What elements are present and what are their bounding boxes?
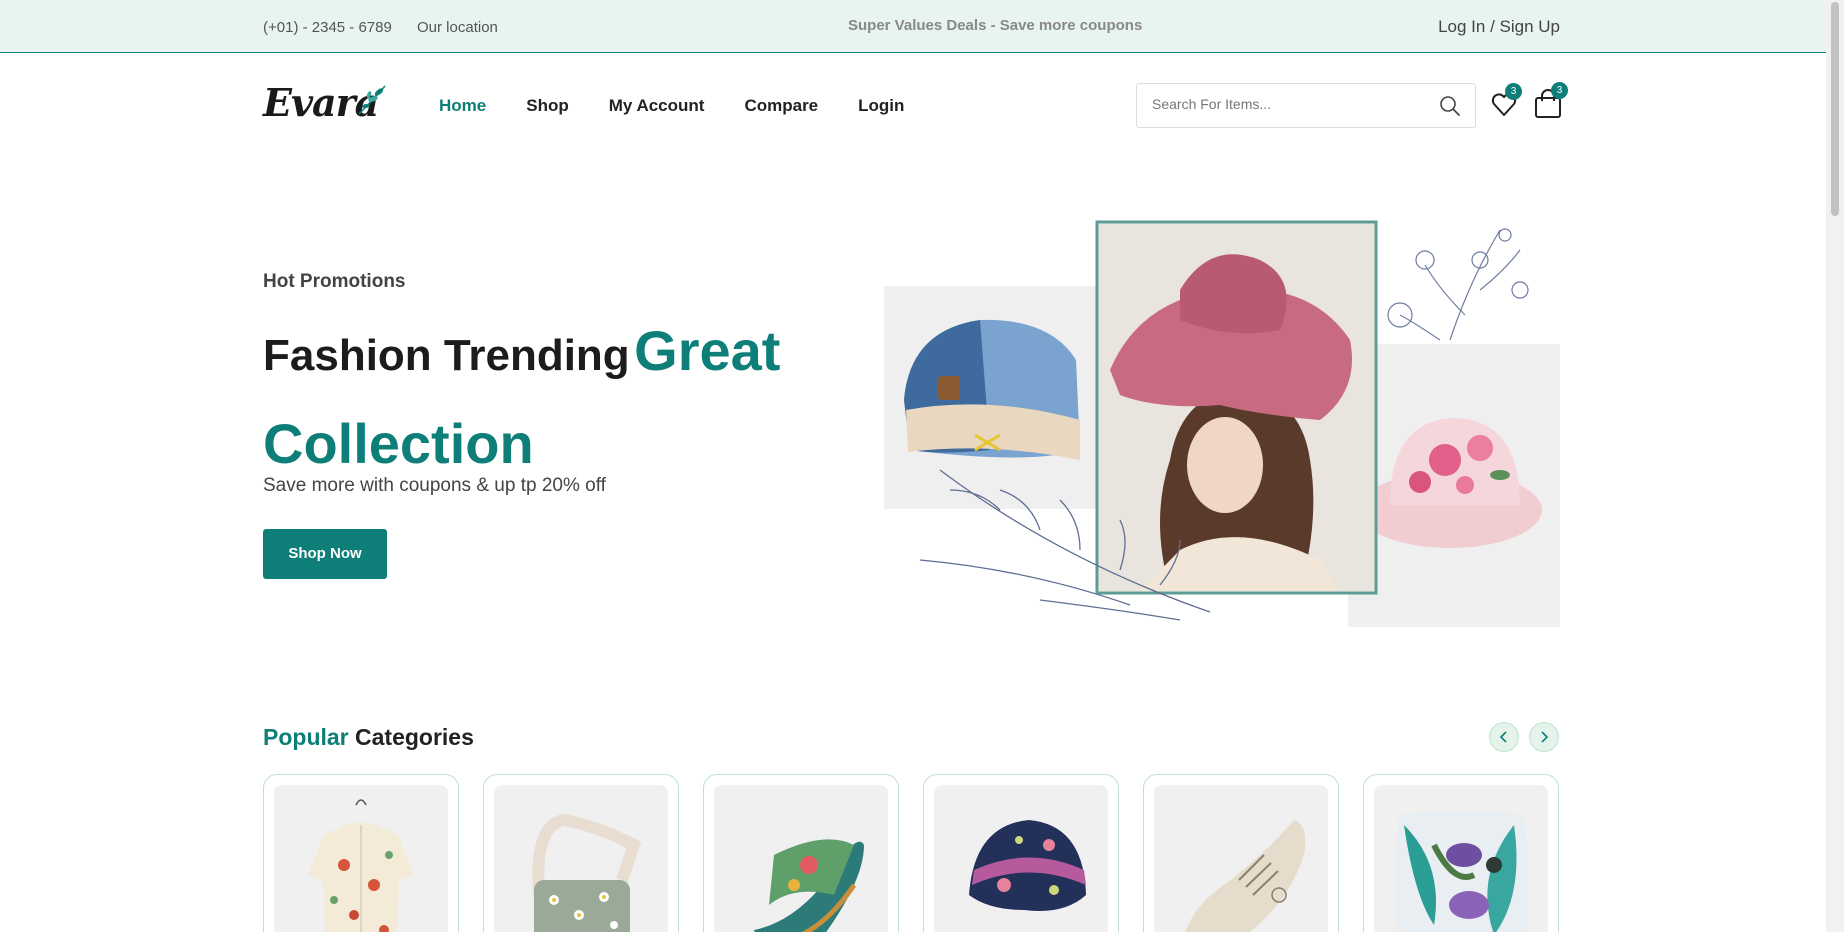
phone-number: (+01) - 2345 - 6789 (263, 19, 392, 36)
bag-image (494, 785, 668, 932)
cap-image (884, 286, 1100, 509)
search-input[interactable] (1152, 96, 1422, 112)
categories-title-rest: Categories (355, 724, 474, 750)
wishlist-count-badge: 3 (1505, 83, 1522, 100)
hero-description: Save more with coupons & up tp 20% off (263, 475, 606, 496)
leaf-icon (358, 85, 386, 115)
chevron-left-icon (1499, 731, 1507, 743)
categories-next-button[interactable] (1529, 722, 1559, 752)
cart-button[interactable]: 3 (1533, 82, 1568, 120)
categories-prev-button[interactable] (1489, 722, 1519, 752)
hero-title-accent-2: Collection (263, 412, 534, 475)
categories-title-accent: Popular (263, 724, 349, 750)
pink-hat-image (1348, 344, 1560, 627)
hero-title: Fashion Trending Great Collection (263, 312, 823, 498)
category-card-beanie[interactable] (923, 774, 1119, 932)
flower-sketch (1387, 228, 1529, 341)
hero-title-accent-1: Great (634, 319, 781, 382)
site-logo[interactable]: Evara (263, 80, 388, 126)
search-box (1136, 83, 1476, 128)
chevron-right-icon (1541, 731, 1549, 743)
location-link[interactable]: Our location (417, 19, 498, 36)
shirt-image (274, 785, 448, 932)
model-hat-photo (1095, 220, 1378, 595)
page-scrollbar[interactable] (1826, 0, 1844, 932)
category-card-bag[interactable] (483, 774, 679, 932)
hero-image-collage (884, 220, 1560, 627)
hero-subtitle: Hot Promotions (263, 271, 406, 292)
deals-banner-text: Super Values Deals - Save more coupons (848, 17, 1143, 34)
category-card-pillow[interactable] (1363, 774, 1559, 932)
nav-home[interactable]: Home (439, 96, 486, 116)
category-list (263, 774, 1559, 932)
shop-now-button[interactable]: Shop Now (263, 529, 387, 579)
nav-shop[interactable]: Shop (526, 96, 569, 116)
top-bar: (+01) - 2345 - 6789 Our location Super V… (0, 0, 1826, 53)
category-card-shirt[interactable] (263, 774, 459, 932)
search-icon[interactable] (1439, 95, 1461, 117)
popular-categories-title: Popular Categories (263, 724, 474, 751)
main-nav: Home Shop My Account Compare Login (439, 96, 944, 116)
category-card-sandal[interactable] (703, 774, 899, 932)
beanie-image (934, 785, 1108, 932)
nav-compare[interactable]: Compare (744, 96, 818, 116)
sandal-image (714, 785, 888, 932)
scrollbar-thumb[interactable] (1831, 2, 1839, 216)
cart-count-badge: 3 (1551, 82, 1568, 99)
wishlist-button[interactable]: 3 (1489, 83, 1522, 119)
hero-title-dark: Fashion Trending (263, 331, 630, 380)
nav-login[interactable]: Login (858, 96, 904, 116)
nav-my-account[interactable]: My Account (609, 96, 705, 116)
sneaker-image (1154, 785, 1328, 932)
pillow-image (1374, 785, 1548, 932)
login-signup-link[interactable]: Log In / Sign Up (1438, 17, 1560, 37)
category-card-sneaker[interactable] (1143, 774, 1339, 932)
